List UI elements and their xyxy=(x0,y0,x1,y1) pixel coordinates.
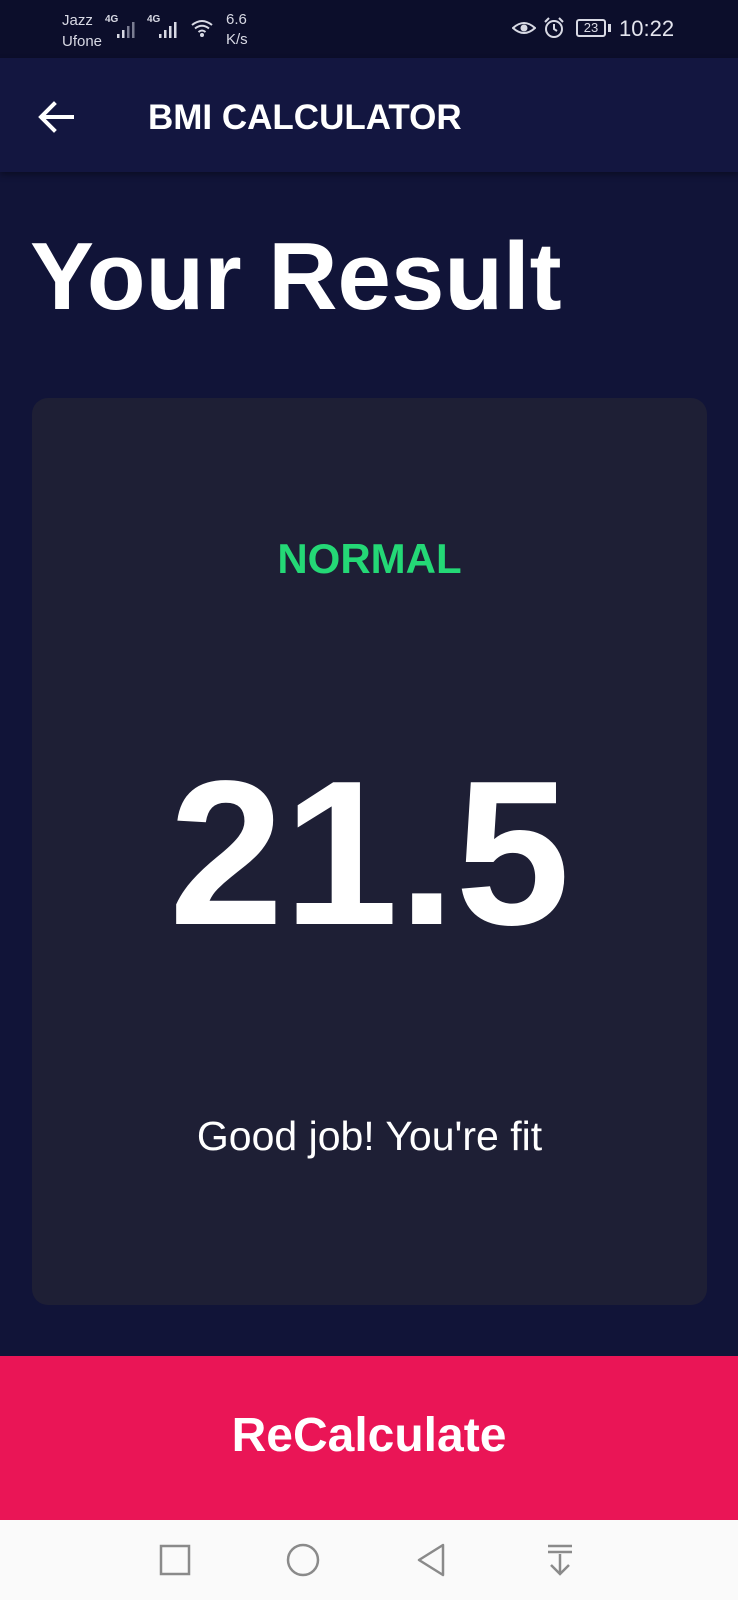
system-navigation-bar xyxy=(0,1520,738,1600)
pull-down-icon xyxy=(548,1544,572,1576)
eye-icon xyxy=(512,22,536,34)
status-bar: Jazz Ufone 4G 4G 6.6 K/s 23 10:22 xyxy=(0,0,738,58)
bmi-category-label: NORMAL xyxy=(277,535,462,582)
arrow-left-icon xyxy=(38,101,74,133)
alarm-icon xyxy=(544,17,564,38)
signal-strength-icon xyxy=(159,22,177,38)
carrier-names: Jazz Ufone xyxy=(62,10,102,52)
battery-tip xyxy=(608,24,611,32)
result-card: NORMAL 21.5 Good job! You're fit xyxy=(32,398,707,1305)
result-message: Good job! You're fit xyxy=(196,1113,543,1159)
recalculate-button[interactable]: ReCalculate xyxy=(0,1356,738,1520)
triangle-back-icon xyxy=(417,1543,445,1577)
bmi-value: 21.5 xyxy=(169,738,570,968)
page-title: Your Result xyxy=(30,223,562,330)
notification-pull-button[interactable] xyxy=(540,1540,580,1580)
clock: 10:22 xyxy=(619,16,675,41)
carrier-1: Jazz xyxy=(62,12,93,29)
circle-icon xyxy=(286,1543,320,1577)
nav-back-button[interactable] xyxy=(411,1540,451,1580)
speed-unit: K/s xyxy=(226,31,248,48)
recalculate-label: ReCalculate xyxy=(231,1409,507,1462)
battery-icon: 23 xyxy=(576,19,606,37)
home-button[interactable] xyxy=(283,1540,323,1580)
recent-apps-button[interactable] xyxy=(155,1540,195,1580)
speed-value: 6.6 xyxy=(226,11,247,28)
signal-2: 4G xyxy=(147,14,181,40)
app-title: BMI CALCULATOR xyxy=(148,98,462,137)
app-bar: BMI CALCULATOR xyxy=(0,58,738,172)
signal-strength-icon xyxy=(117,22,135,38)
back-button[interactable] xyxy=(30,92,80,142)
carrier-2: Ufone xyxy=(62,33,103,50)
square-icon xyxy=(159,1544,191,1576)
network-speed: 6.6 K/s xyxy=(226,10,248,50)
signal-1: 4G xyxy=(105,14,139,40)
wifi-icon xyxy=(191,20,213,37)
